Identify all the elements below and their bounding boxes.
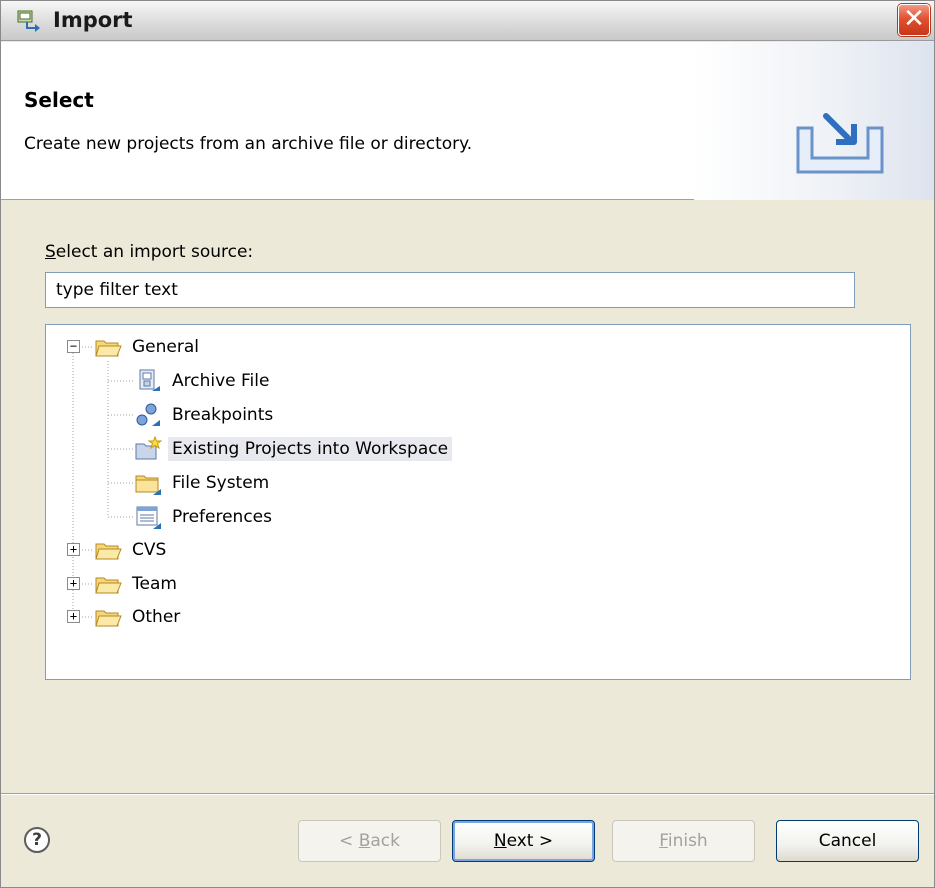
import-source-tree[interactable]: − General Archive File Breakpoints Exist… bbox=[45, 324, 911, 680]
tree-item-label: Team bbox=[132, 574, 177, 594]
window-title: Import bbox=[53, 8, 133, 32]
import-source-label: Select an import source: bbox=[45, 242, 254, 262]
import-icon bbox=[17, 10, 40, 32]
tree-item-label: CVS bbox=[132, 540, 167, 560]
tree-item-cvs[interactable]: CVS bbox=[94, 534, 170, 566]
back-button[interactable]: < Back bbox=[298, 820, 441, 862]
tree-item-preferences[interactable]: Preferences bbox=[134, 501, 276, 533]
import-dialog: Import ✕ Select Create new projects from… bbox=[0, 0, 935, 888]
close-button[interactable]: ✕ bbox=[898, 4, 930, 36]
filter-input[interactable] bbox=[45, 272, 855, 308]
finish-button[interactable]: Finish bbox=[612, 820, 755, 862]
tree-item-label: Breakpoints bbox=[172, 405, 274, 425]
expand-cvs-toggle[interactable]: + bbox=[67, 543, 80, 556]
next-button[interactable]: Next > bbox=[452, 820, 595, 862]
folder-open-icon bbox=[95, 577, 122, 594]
breakpoints-icon bbox=[136, 403, 160, 426]
tree-item-label: File System bbox=[172, 473, 270, 493]
tree-item-team[interactable]: Team bbox=[94, 568, 181, 600]
wizard-banner: Select Create new projects from an archi… bbox=[1, 42, 934, 200]
collapse-general-toggle[interactable]: − bbox=[67, 340, 80, 353]
existing-projects-icon bbox=[135, 435, 162, 460]
close-icon: ✕ bbox=[903, 4, 925, 34]
expand-team-toggle[interactable]: + bbox=[67, 577, 80, 590]
page-description: Create new projects from an archive file… bbox=[24, 134, 473, 154]
archive-file-icon bbox=[139, 369, 160, 391]
import-wizard-icon bbox=[796, 113, 884, 174]
tree-item-label: Other bbox=[132, 607, 181, 627]
tree-item-existing-projects[interactable]: Existing Projects into Workspace bbox=[134, 433, 453, 465]
tree-item-file-system[interactable]: File System bbox=[134, 467, 273, 499]
folder-icon bbox=[135, 475, 161, 495]
banner-graphic bbox=[694, 42, 934, 200]
page-title: Select bbox=[24, 88, 94, 112]
tree-item-label: Archive File bbox=[172, 371, 270, 391]
folder-open-icon bbox=[95, 610, 122, 627]
wizard-body: Select an import source: type filter tex… bbox=[1, 201, 934, 791]
expand-other-toggle[interactable]: + bbox=[67, 610, 80, 623]
tree-item-other[interactable]: Other bbox=[94, 601, 184, 633]
tree-item-archive-file[interactable]: Archive File bbox=[134, 365, 273, 397]
tree-item-general[interactable]: General bbox=[94, 331, 203, 363]
preferences-icon bbox=[136, 506, 161, 529]
cancel-button[interactable]: Cancel bbox=[776, 820, 919, 862]
help-icon[interactable]: ? bbox=[24, 827, 50, 853]
folder-open-icon bbox=[95, 543, 122, 560]
title-bar[interactable]: Import ✕ bbox=[1, 1, 934, 41]
tree-item-breakpoints[interactable]: Breakpoints bbox=[134, 399, 277, 431]
tree-item-label: General bbox=[132, 337, 199, 357]
folder-open-icon bbox=[95, 340, 122, 357]
tree-item-label: Preferences bbox=[172, 507, 272, 527]
tree-item-label: Existing Projects into Workspace bbox=[168, 437, 453, 461]
button-bar-separator bbox=[1, 793, 934, 795]
